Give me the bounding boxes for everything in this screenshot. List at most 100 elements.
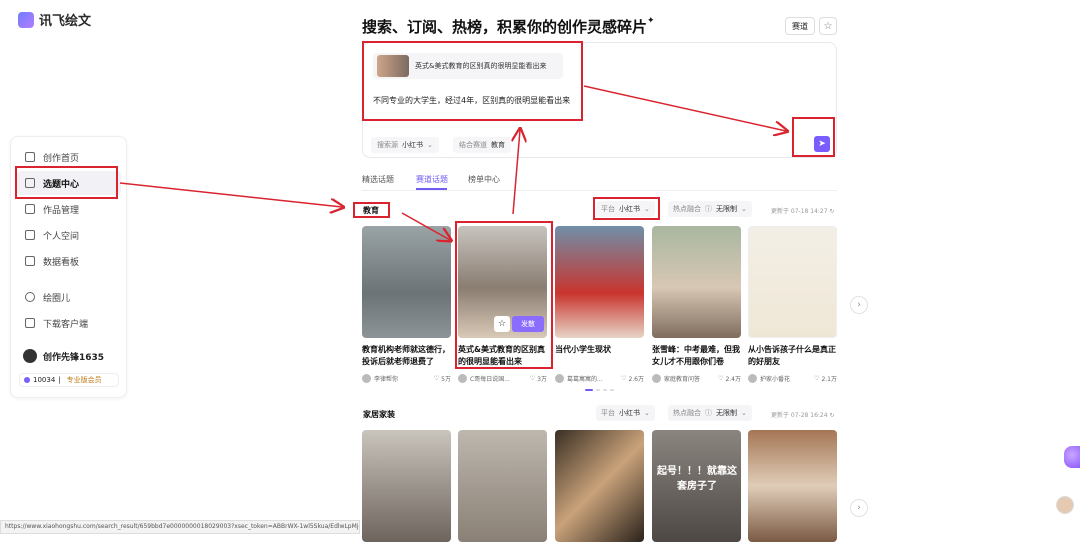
chip-thumbnail	[377, 55, 409, 77]
source-select[interactable]: 搜索源 小红书 ⌄	[371, 137, 439, 153]
author-avatar	[362, 374, 371, 383]
topic-card[interactable]: 张雪峰：中考最难，但我女儿才不用跟你们卷 家庭教育问答 ♡ 2.4万	[652, 226, 741, 383]
card-meta: 家庭教育问答 ♡ 2.4万	[652, 374, 741, 383]
star-icon[interactable]: ☆	[819, 17, 837, 35]
folder-icon	[25, 230, 35, 240]
sidebar-item-download[interactable]: 下载客户端	[17, 311, 121, 335]
card-image	[555, 430, 644, 542]
platform-label: 平台	[601, 205, 615, 213]
sidebar-item-circle[interactable]: 绘圈儿	[17, 285, 121, 309]
chevron-down-icon: ⌄	[644, 205, 650, 213]
info-icon: ⓘ	[705, 205, 712, 213]
card-author: C哥每日说国...	[470, 376, 510, 383]
sidebar-item-label: 创作首页	[43, 153, 80, 164]
sparkle-icon: ✦	[647, 16, 655, 26]
platform-value: 小红书	[619, 409, 640, 417]
send-icon: ➤	[818, 139, 826, 149]
sidebar-item-works[interactable]: 作品管理	[17, 197, 121, 221]
carousel-next-button[interactable]: ›	[850, 296, 868, 314]
update-time: 更新于 07-28 16:24 ↻	[771, 410, 835, 419]
avatar	[23, 349, 37, 363]
assistant-mascot-icon[interactable]	[1064, 446, 1080, 468]
card-author: 葛葛寓寓的...	[567, 376, 603, 383]
user-profile[interactable]: 创作先锋1635	[23, 349, 104, 363]
reference-chip[interactable]: 英式&美式教育的区别真的很明显能看出来	[373, 53, 563, 79]
info-icon: ⓘ	[705, 409, 712, 417]
topic-card[interactable]: 起号！！！就靠这套房子了	[652, 430, 741, 542]
source-value: 小红书	[402, 141, 423, 149]
sidebar-item-data[interactable]: 数据看板	[17, 249, 121, 273]
monitor-icon	[25, 318, 35, 328]
card-meta: 李律帮你 ♡ 5万	[362, 374, 451, 383]
brand-logo[interactable]: 讯飞绘文	[18, 10, 91, 29]
sidebar-item-label: 选题中心	[43, 179, 80, 190]
platform-select[interactable]: 平台 小红书 ⌄	[596, 405, 655, 421]
update-time-text: 更新于 07-18 14:27	[771, 208, 828, 215]
card-image	[362, 226, 451, 338]
refresh-icon[interactable]: ↻	[829, 208, 834, 215]
hot-mix-select[interactable]: 热点融合 ⓘ 无限制 ⌄	[668, 405, 752, 421]
card-author: 李律帮你	[374, 376, 399, 383]
tab-featured[interactable]: 精选话题	[362, 174, 394, 185]
tab-track-topics[interactable]: 赛道话题	[416, 174, 448, 185]
topic-card[interactable]: 教育机构老师就这德行，投诉后就老师退费了 李律帮你 ♡ 5万	[362, 226, 451, 383]
hot-value: 无限制	[716, 205, 737, 213]
track-mix-select[interactable]: 结合赛道 教育	[453, 137, 511, 153]
sidebar-item-label: 作品管理	[43, 205, 80, 216]
chevron-right-icon: ›	[857, 300, 861, 310]
refresh-icon[interactable]: ↻	[829, 412, 834, 419]
status-bar-url: https://www.xiaohongshu.com/search_resul…	[0, 520, 360, 534]
star-icon[interactable]: ☆	[494, 316, 510, 332]
logo-icon	[18, 11, 34, 28]
card-author: 护家小番花	[760, 376, 791, 383]
diverge-button[interactable]: 发散	[512, 316, 544, 332]
topic-card[interactable]	[748, 430, 837, 542]
vip-badge: 专业版会员	[66, 376, 102, 384]
topic-card[interactable]: 从小告诉孩子什么是真正的好朋友 护家小番花 ♡ 2.1万	[748, 226, 837, 383]
chevron-down-icon: ⌄	[427, 141, 433, 149]
divider: |	[58, 376, 61, 384]
prompt-panel: 英式&美式教育的区别真的很明显能看出来 不同专业的大学生，经过4年，区别真的很明…	[362, 42, 837, 158]
tab-rankings[interactable]: 榜单中心	[468, 174, 500, 185]
heart-icon: ♡	[814, 375, 820, 382]
author-avatar	[555, 374, 564, 383]
platform-select[interactable]: 平台 小红书 ⌄	[596, 201, 655, 217]
topic-card[interactable]	[555, 430, 644, 542]
card-title: 当代小学生现状	[555, 345, 611, 354]
card-image	[748, 226, 837, 338]
source-label: 搜索源	[377, 141, 398, 149]
topic-card[interactable]	[458, 430, 547, 542]
card-image	[652, 226, 741, 338]
carousel-next-button[interactable]: ›	[850, 499, 868, 517]
mix-label: 结合赛道	[459, 141, 487, 149]
sidebar-item-topics[interactable]: 选题中心	[17, 171, 121, 195]
update-time-text: 更新于 07-28 16:24	[771, 412, 828, 419]
track-button[interactable]: 赛道	[785, 17, 815, 35]
author-avatar	[748, 374, 757, 383]
sidebar-item-space[interactable]: 个人空间	[17, 223, 121, 247]
support-avatar[interactable]	[1056, 496, 1074, 514]
points-badge[interactable]: 10034 | 专业版会员	[19, 373, 119, 387]
points-icon	[24, 377, 30, 383]
sidebar-item-home[interactable]: 创作首页	[17, 145, 121, 169]
chevron-right-icon: ›	[857, 503, 861, 513]
heart-icon: ♡	[529, 375, 536, 382]
send-button[interactable]: ➤	[814, 136, 830, 152]
card-title: 张雪峰：中考最难，但我女儿才不用跟你们卷	[652, 345, 740, 366]
brand-name: 讯飞绘文	[39, 14, 92, 29]
author-avatar	[458, 374, 467, 383]
prompt-text[interactable]: 不同专业的大学生，经过4年，区别真的很明显能看出来	[373, 95, 570, 106]
card-title: 教育机构老师就这德行，投诉后就老师退费了	[362, 345, 450, 366]
topic-card[interactable]	[362, 430, 451, 542]
user-name: 创作先锋1635	[43, 352, 105, 363]
update-time: 更新于 07-18 14:27 ↻	[771, 206, 835, 215]
sidebar-item-label: 绘圈儿	[43, 293, 71, 304]
topic-card[interactable]: ☆ 发散 英式&美式教育的区别真的很明显能看出来 C哥每日说国... ♡ 3万	[458, 226, 547, 383]
card-author: 家庭教育问答	[664, 376, 701, 383]
sidebar-item-label: 个人空间	[43, 231, 80, 242]
topic-card[interactable]: 当代小学生现状 葛葛寓寓的... ♡ 2.6万	[555, 226, 644, 383]
hot-mix-select[interactable]: 热点融合 ⓘ 无限制 ⌄	[668, 201, 752, 217]
chevron-down-icon: ⌄	[741, 409, 747, 417]
document-icon	[25, 204, 35, 214]
hot-label: 热点融合	[673, 409, 701, 417]
